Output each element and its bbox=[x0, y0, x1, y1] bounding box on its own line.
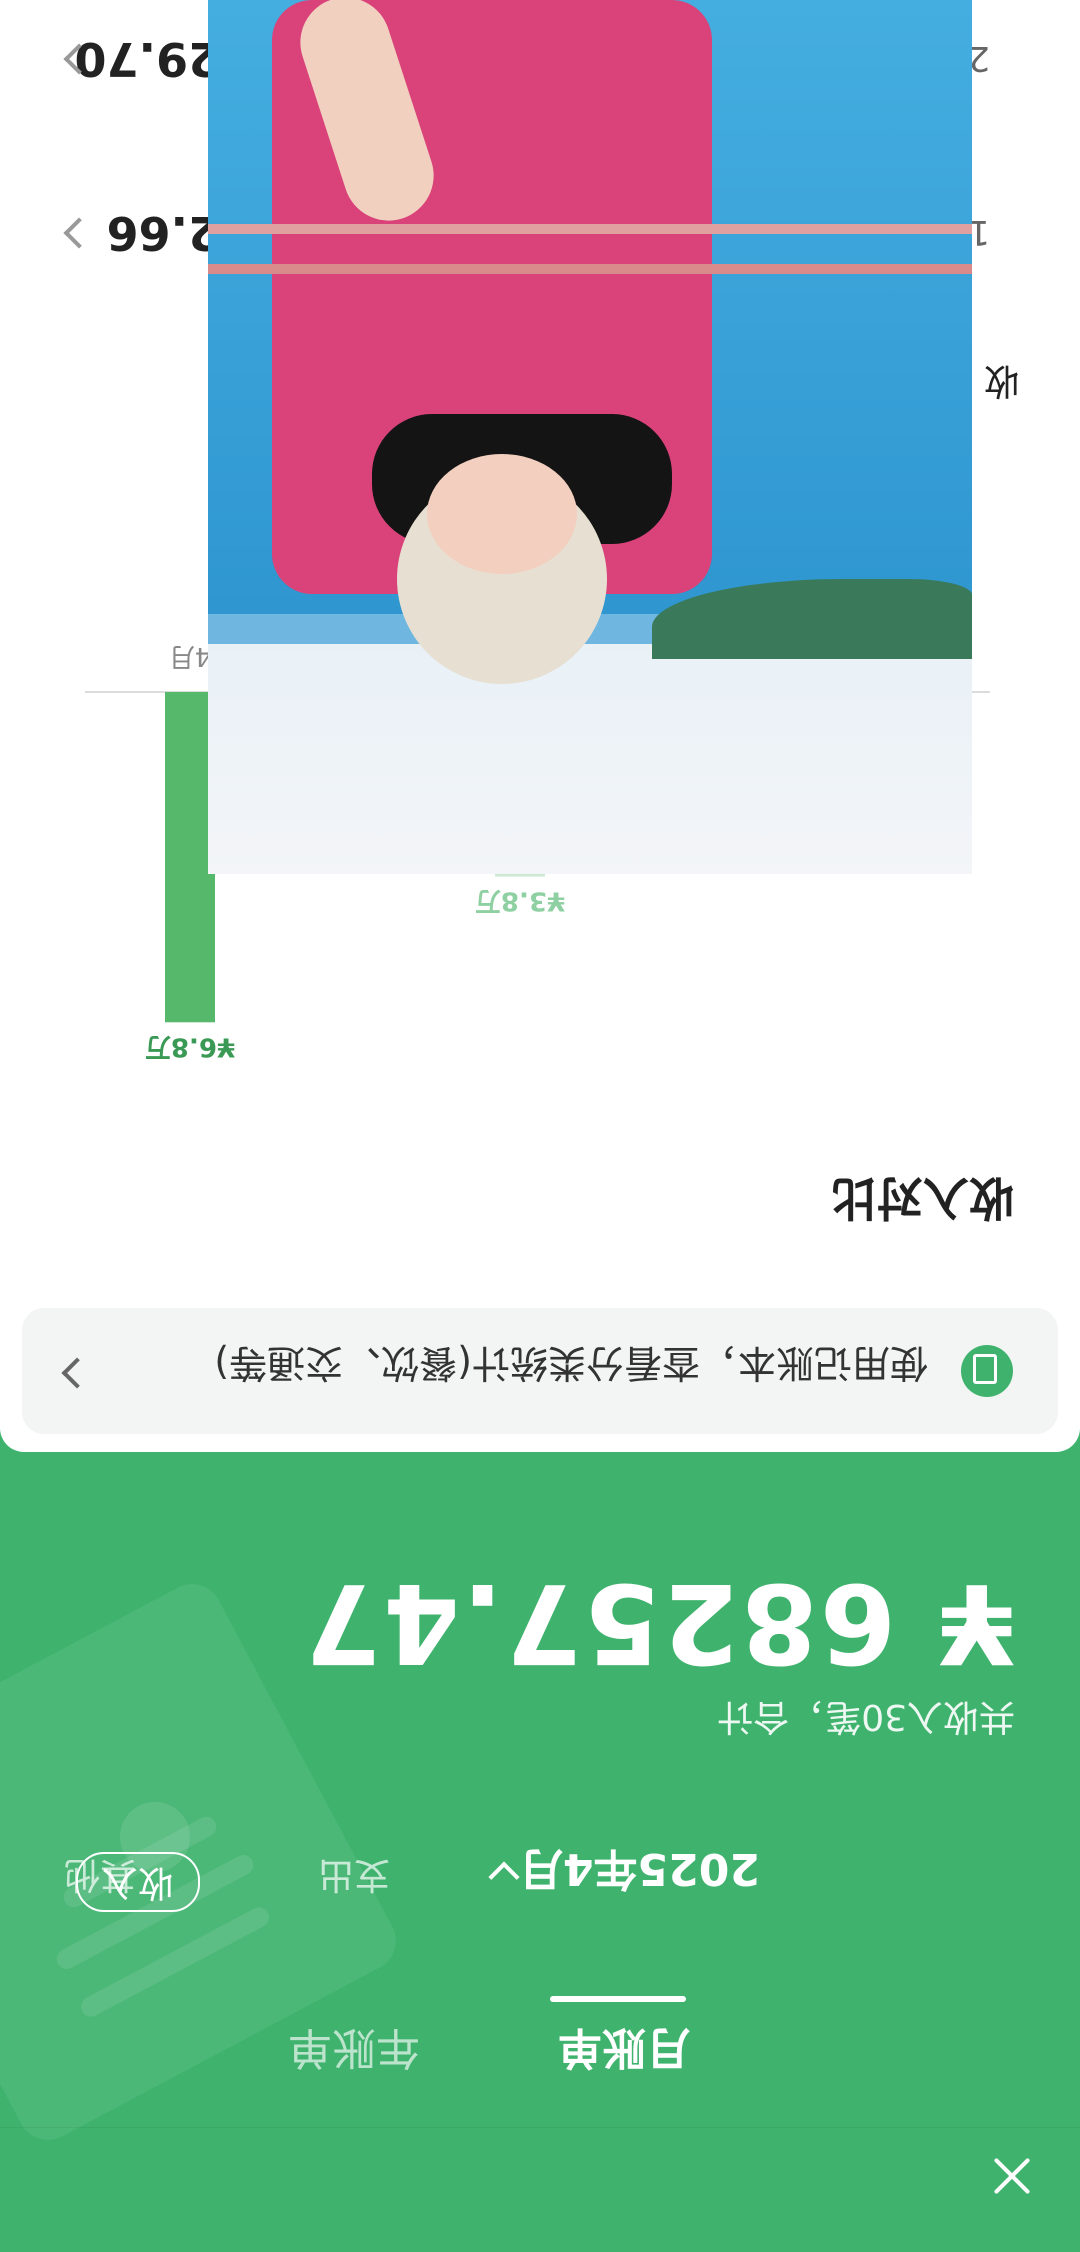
chevron-right-icon bbox=[63, 217, 95, 249]
list-item-amount: 29.70 bbox=[74, 32, 220, 86]
section-title: 收入对比 bbox=[831, 1171, 1015, 1225]
income-summary: 共收入30笔，合计 bbox=[717, 1696, 1015, 1737]
type-tab-expense[interactable]: 支出 bbox=[318, 1852, 390, 1904]
ledger-icon bbox=[961, 1345, 1013, 1397]
ranking-title: 收 bbox=[983, 360, 1020, 401]
income-total: ¥ 68257.47 bbox=[302, 1559, 1015, 1687]
chart-category-label: 4月 bbox=[169, 641, 212, 671]
photo-rail bbox=[208, 224, 972, 234]
tab-yearly-bill[interactable]: 年账单 bbox=[288, 2020, 420, 2084]
close-icon[interactable] bbox=[984, 2148, 1040, 2204]
active-tab-indicator bbox=[550, 1996, 686, 2002]
tab-monthly-bill[interactable]: 月账单 bbox=[558, 2020, 690, 2084]
header-panel: 月账单 年账单 2025年4月 支出 收入 其他 共收入30笔，合计 ¥ 682… bbox=[0, 1452, 1080, 2252]
month-selector[interactable]: 2025年4月 bbox=[519, 1841, 760, 1905]
chart-data-label: ¥3.8万 bbox=[475, 886, 565, 916]
photo-rail bbox=[208, 264, 972, 274]
overlay-photo bbox=[208, 0, 972, 874]
list-item-amount: 2.66 bbox=[106, 206, 221, 260]
type-tab-other[interactable]: 其他 bbox=[64, 1852, 136, 1904]
chart-data-label: ¥6.8万 bbox=[145, 1031, 235, 1061]
ledger-notice[interactable]: 使用记账本，查看分类统计(餐饮、交通等) bbox=[22, 1308, 1058, 1434]
chevron-right-icon bbox=[61, 1357, 93, 1389]
chevron-down-icon[interactable] bbox=[488, 1861, 520, 1893]
notice-text: 使用记账本，查看分类统计(餐饮、交通等) bbox=[214, 1341, 928, 1385]
month-label: 2025年4月 bbox=[518, 1843, 760, 1894]
photo-foreground bbox=[208, 644, 972, 874]
header-divider bbox=[0, 2127, 1080, 2128]
photo-face bbox=[427, 454, 577, 574]
